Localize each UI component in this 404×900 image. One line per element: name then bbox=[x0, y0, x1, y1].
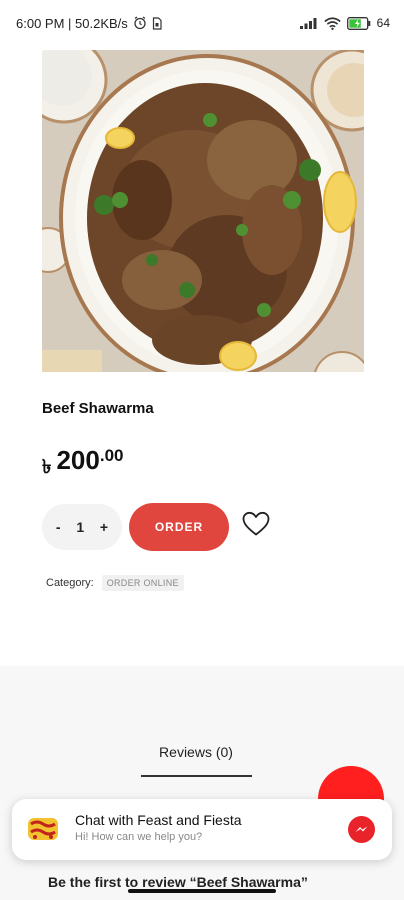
battery-icon bbox=[346, 16, 371, 30]
quantity-plus-button[interactable]: + bbox=[100, 519, 108, 535]
wifi-icon bbox=[323, 16, 341, 30]
status-right: 64 bbox=[299, 16, 390, 30]
signal-icon bbox=[299, 17, 318, 29]
messenger-icon[interactable] bbox=[348, 816, 375, 843]
price-cents: .00 bbox=[99, 446, 124, 465]
status-time: 6:00 PM | 50.2KB/s bbox=[16, 15, 128, 31]
tab-reviews[interactable]: Reviews (0) bbox=[140, 744, 252, 760]
status-bar: 6:00 PM | 50.2KB/s 64 bbox=[0, 0, 404, 46]
tab-underline bbox=[141, 775, 252, 777]
product-title: Beef Shawarma bbox=[42, 400, 154, 417]
feast-and-fiesta-logo bbox=[27, 815, 59, 843]
price-whole: 200 bbox=[56, 445, 100, 475]
heart-icon[interactable] bbox=[242, 511, 270, 537]
chat-title: Chat with Feast and Fiesta bbox=[75, 812, 242, 828]
category-label: Category: bbox=[46, 577, 94, 589]
status-left: 6:00 PM | 50.2KB/s bbox=[16, 16, 162, 31]
battery-level: 64 bbox=[376, 16, 390, 30]
alarm-icon bbox=[133, 16, 147, 30]
food-photo-icon bbox=[42, 50, 364, 372]
sim-icon bbox=[152, 16, 162, 30]
currency-symbol: ৳ bbox=[42, 457, 52, 478]
quantity-value[interactable]: 1 bbox=[76, 519, 84, 535]
chat-subtitle: Hi! How can we help you? bbox=[75, 831, 203, 843]
home-indicator[interactable] bbox=[128, 889, 276, 893]
chat-widget[interactable]: Chat with Feast and Fiesta Hi! How can w… bbox=[12, 799, 392, 860]
category-row: Category: ORDER ONLINE bbox=[46, 575, 184, 591]
product-image[interactable] bbox=[42, 50, 364, 372]
first-review-prompt: Be the first to review “Beef Shawarma” bbox=[48, 874, 308, 890]
quantity-stepper: - 1 + bbox=[42, 504, 122, 550]
order-button[interactable]: ORDER bbox=[129, 503, 229, 551]
product-price: ৳ 200 .00 bbox=[42, 445, 124, 485]
quantity-minus-button[interactable]: - bbox=[56, 519, 61, 535]
category-tag[interactable]: ORDER ONLINE bbox=[101, 575, 184, 591]
